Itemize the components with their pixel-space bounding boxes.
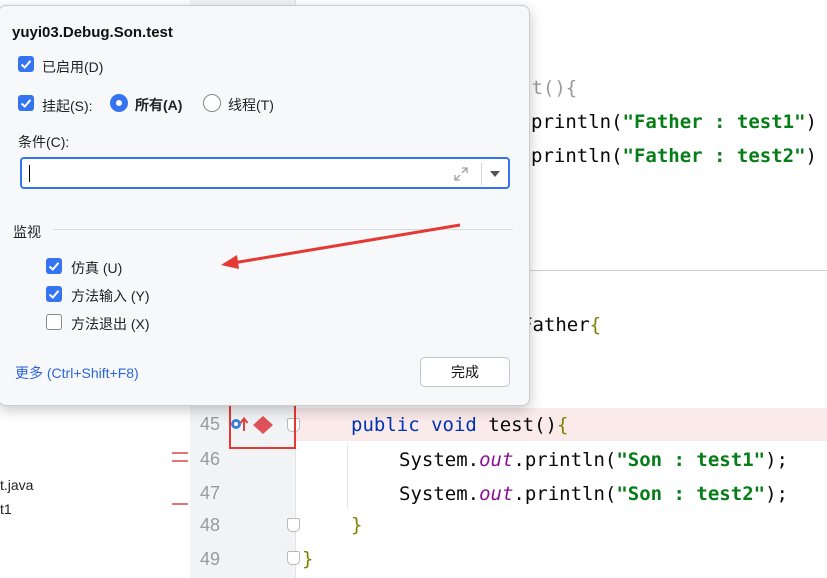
enabled-checkbox[interactable] bbox=[18, 56, 34, 72]
check-icon bbox=[48, 290, 60, 299]
method-entry-checkbox[interactable] bbox=[46, 286, 62, 302]
method-exit-checkbox[interactable] bbox=[46, 314, 62, 330]
class-declaration: Father{ bbox=[521, 314, 602, 336]
suspend-checkbox[interactable] bbox=[18, 95, 34, 111]
code-line-48: } bbox=[351, 514, 363, 536]
text-caret bbox=[29, 165, 30, 182]
method-exit-label: 方法退出 (X) bbox=[71, 316, 150, 332]
check-icon bbox=[20, 60, 32, 69]
emulated-label: 仿真 (U) bbox=[71, 260, 123, 276]
check-icon bbox=[20, 99, 32, 108]
suspend-all-radio[interactable] bbox=[110, 94, 128, 112]
fold-marker[interactable] bbox=[287, 551, 300, 565]
code-line-46: System.out.println("Son : test1"); bbox=[399, 449, 788, 471]
code-line-49: } bbox=[302, 548, 314, 570]
project-file-item[interactable]: t.java bbox=[0, 477, 33, 493]
popup-title: yuyi03.Debug.Son.test bbox=[12, 24, 173, 41]
code-line-47: System.out.println("Son : test2"); bbox=[399, 483, 788, 505]
watch-section-header: 监视 bbox=[13, 224, 41, 240]
annotation-arrow bbox=[221, 223, 461, 269]
suspend-label: 挂起(S): bbox=[42, 98, 93, 114]
suspend-thread-radio[interactable] bbox=[203, 94, 221, 112]
enabled-label: 已启用(D) bbox=[42, 59, 104, 75]
line-number[interactable]: 46 bbox=[186, 449, 220, 470]
condition-label: 条件(C): bbox=[18, 134, 70, 150]
expand-icon[interactable] bbox=[452, 165, 470, 183]
method-entry-label: 方法输入 (Y) bbox=[71, 288, 150, 304]
dropdown-separator bbox=[481, 163, 482, 185]
line-number[interactable]: 47 bbox=[186, 483, 220, 504]
indent-guide bbox=[347, 443, 348, 509]
fold-marker[interactable] bbox=[287, 518, 300, 532]
line-number[interactable]: 45 bbox=[186, 414, 220, 435]
suspend-thread-label[interactable]: 线程(T) bbox=[228, 95, 274, 115]
code-line-45: public void test(){ bbox=[351, 414, 569, 436]
project-tree-item[interactable]: t1 bbox=[0, 501, 12, 517]
line-number[interactable]: 49 bbox=[186, 549, 220, 570]
line-number[interactable]: 48 bbox=[186, 515, 220, 536]
code-line: println("Father : test1") bbox=[531, 111, 817, 133]
condition-input[interactable] bbox=[20, 157, 510, 189]
code-line: println("Father : test2") bbox=[531, 145, 817, 167]
check-icon bbox=[48, 262, 60, 271]
done-button[interactable]: 完成 bbox=[420, 357, 510, 387]
emulated-checkbox[interactable] bbox=[46, 258, 62, 274]
more-link[interactable]: 更多 (Ctrl+Shift+F8) bbox=[15, 363, 139, 383]
suspend-all-label[interactable]: 所有(A) bbox=[135, 95, 182, 115]
chevron-down-icon[interactable] bbox=[488, 168, 502, 180]
